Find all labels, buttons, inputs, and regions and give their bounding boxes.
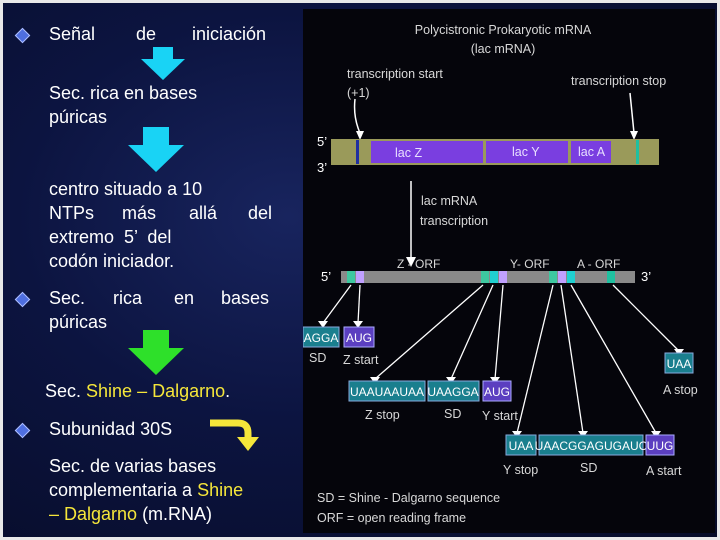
bullet-icon (14, 422, 31, 439)
diagram-title: Polycistronic Prokaryotic mRNA (415, 23, 592, 37)
text-ntps-line: NTPs más allá del (49, 201, 279, 225)
curved-arrow-icon (210, 419, 259, 451)
text-varias-bases: Sec. de varias bases (49, 456, 217, 476)
word-ntps: NTPs (49, 203, 94, 223)
mrna-3prime: 3’ (641, 269, 651, 284)
a-stop-label: A stop (663, 383, 698, 397)
down-arrow-icon (128, 330, 184, 375)
seq-uaa-1: UAA (667, 357, 692, 371)
word-iniciacion: iniciación (192, 24, 267, 44)
sd-label-2: SD (444, 407, 461, 421)
text-dalgarno-mrna: – Dalgarno (m.RNA) (49, 502, 212, 526)
seq-agga: AGGA (304, 331, 339, 345)
legend-sd: SD = Shine - Dalgarno sequence (317, 491, 500, 505)
text-puricas: púricas (49, 107, 108, 127)
seq-uaa-2: UAA (509, 439, 534, 453)
sd-label-1: SD (309, 351, 326, 365)
legend-orf: ORF = open reading frame (317, 511, 466, 525)
sd-label-3: SD (580, 461, 597, 475)
gene-lacz-label: lac Z (395, 146, 422, 160)
mrna-suffix: (m.RNA) (137, 504, 213, 524)
seq-uug: UUG (647, 439, 674, 453)
seq-uaagga: UAAGGA (427, 385, 478, 399)
a-orf-label: A - ORF (577, 257, 620, 271)
word-bases: bases (221, 288, 270, 308)
text-puricas-2: púricas (49, 312, 108, 332)
word-del: del (248, 203, 273, 223)
shine-suffix: . (225, 381, 231, 401)
text-shine-dalgarno: Sec. Shine – Dalgarno. (45, 379, 230, 403)
tx-start-label: transcription start (347, 67, 443, 81)
gene-lacz (371, 141, 483, 163)
dalgarno-highlight: – Dalgarno (49, 504, 138, 524)
text-centro: centro situado a 10 (49, 179, 203, 199)
diagram-subtitle: (lac mRNA) (471, 42, 536, 56)
z-orf-label: Z - ORF (397, 257, 440, 271)
text-sec-rica-2: Sec. rica en bases (49, 286, 279, 310)
seq-uaauaauaa: UAAUAAUAA (350, 385, 424, 399)
transcription-label: transcription (420, 214, 488, 228)
lac-operon-diagram: Polycistronic Prokaryotic mRNA (lac mRNA… (303, 9, 715, 533)
y-stop-label: Y stop (503, 463, 538, 477)
seq-uaacggagugauc: UAACGGAGUGAUC (535, 439, 648, 453)
y-orf-label: Y- ORF (510, 257, 550, 271)
word-rica: rica (113, 288, 143, 308)
text-complementaria: complementaria a Shine (49, 478, 243, 502)
gene-laca-label: lac A (578, 145, 606, 159)
dna-5prime: 5’ (317, 134, 327, 149)
comp-shine: Shine (197, 480, 244, 500)
word-sec: Sec. (49, 288, 86, 308)
slide-background: Señal de iniciación Sec. rica en bases p… (0, 0, 720, 540)
seq-aug-1: AUG (346, 331, 372, 345)
tx-stop-label: transcription stop (571, 74, 666, 88)
word-mas: más (122, 203, 157, 223)
word-alla: allá (189, 203, 218, 223)
text-subunidad: Subunidad 30S (49, 419, 173, 439)
tx-start-plus1: (+1) (347, 86, 370, 100)
down-arrow-icon (141, 47, 185, 80)
y-start-label: Y start (482, 409, 518, 423)
z-stop-label: Z stop (365, 408, 400, 422)
seq-aug-2: AUG (484, 385, 510, 399)
bullet-icon (14, 27, 31, 44)
mrna-label: lac mRNA (421, 194, 478, 208)
dna-3prime: 3’ (317, 160, 327, 175)
mrna-5prime: 5’ (321, 269, 331, 284)
text-sec-rica: Sec. rica en bases (49, 83, 198, 103)
word-de: de (136, 24, 157, 44)
tx-start-mark (356, 140, 359, 164)
tx-stop-mark (636, 140, 639, 164)
text-extremo: extremo 5’ del (49, 227, 172, 247)
gene-lacy-label: lac Y (512, 145, 540, 159)
word-senal: Señal (49, 24, 96, 44)
shine-prefix: Sec. (45, 381, 87, 401)
a-start-label: A start (646, 464, 682, 478)
text-codon: codón iniciador. (49, 251, 175, 271)
word-en: en (174, 288, 195, 308)
comp-prefix: complementaria a (49, 480, 198, 500)
down-arrow-icon (128, 127, 184, 172)
shine-highlight: Shine – Dalgarno (86, 381, 226, 401)
z-start-label: Z start (343, 353, 379, 367)
bullet-icon (14, 291, 31, 308)
